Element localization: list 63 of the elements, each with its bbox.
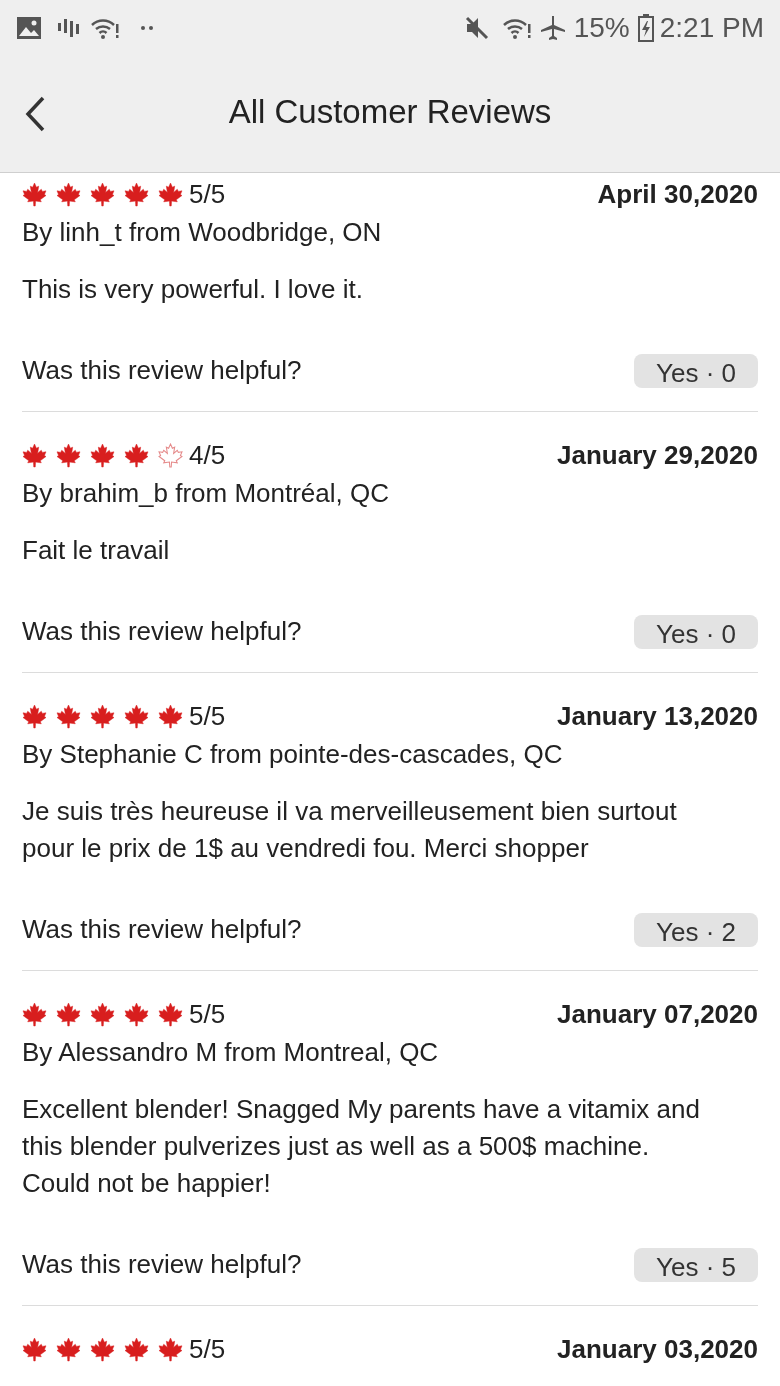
maple-leaf-icon (56, 703, 81, 729)
maple-leaf-icon (158, 1336, 183, 1362)
review-date: January 29,2020 (557, 438, 758, 472)
rating-score: 5/5 (189, 699, 226, 733)
maple-leaf-outline-icon (158, 442, 183, 468)
review-date: January 03,2020 (557, 1332, 758, 1366)
review-author: By Stephanie C from pointe-des-cascades, QC (22, 738, 564, 771)
vibrate-icon (56, 16, 80, 40)
wifi-icon (501, 16, 532, 40)
maple-leaf-icon (90, 1001, 115, 1027)
screen-title: All Customer Reviews (228, 92, 552, 133)
yes-vote-button[interactable]: Yes · 2 (634, 912, 758, 947)
maple-leaf-icon (56, 442, 81, 468)
helpful-question: Was this review helpful? (22, 615, 302, 648)
maple-leaf-icon (90, 442, 115, 468)
maple-leaf-icon (158, 1001, 183, 1027)
maple-leaf-icon (124, 1336, 149, 1362)
review-text: Excellent blender! Snagged My parents have a vitamix and this blender pulverizes just as well as a 500$ machine. Could not be happier! (22, 1093, 701, 1200)
helpful-question: Was this review helpful? (22, 1248, 302, 1281)
airplane-icon (539, 15, 566, 41)
review-text: Fait le travail (22, 534, 171, 567)
battery-percentage: 15% (573, 11, 630, 45)
mute-icon (463, 15, 490, 41)
helpful-question: Was this review helpful? (22, 354, 302, 387)
maple-leaf-icon (124, 442, 149, 468)
maple-leaf-icon (158, 703, 183, 729)
maple-leaf-icon (22, 1001, 47, 1027)
wifi-icon (90, 16, 120, 40)
yes-vote-button[interactable]: Yes · 0 (634, 353, 758, 388)
review-author: By brahim_b from Montréal, QC (22, 477, 390, 510)
review-date: April 30,2020 (597, 177, 758, 211)
rating-score: 5/5 (189, 177, 226, 211)
maple-leaf-icon (124, 181, 149, 207)
maple-leaf-icon (56, 1001, 81, 1027)
review-author: By linh_t from Woodbridge, ON (22, 216, 383, 249)
yes-vote-button[interactable]: Yes · 5 (634, 1247, 758, 1282)
maple-leaf-icon (124, 1001, 149, 1027)
maple-leaf-icon (22, 442, 47, 468)
more-icon (140, 25, 154, 31)
maple-leaf-icon (90, 181, 115, 207)
maple-leaf-icon (22, 703, 47, 729)
maple-leaf-icon (90, 1336, 115, 1362)
review-date: January 07,2020 (557, 997, 758, 1031)
maple-leaf-icon (124, 703, 149, 729)
review-date: January 13,2020 (557, 699, 758, 733)
rating-score: 5/5 (189, 997, 226, 1031)
review-text: Je suis très heureuse il va merveilleusement bien surtout pour le prix de 1$ au vendredi fou. Merci shopper (22, 795, 678, 865)
maple-leaf-icon (22, 181, 47, 207)
maple-leaf-icon (56, 181, 81, 207)
maple-leaf-icon (158, 181, 183, 207)
review-text: This is very powerful. I love it. (22, 273, 364, 306)
maple-leaf-icon (22, 1336, 47, 1362)
maple-leaf-icon (56, 1336, 81, 1362)
maple-leaf-icon (90, 703, 115, 729)
back-icon (24, 96, 46, 132)
yes-vote-button[interactable]: Yes · 0 (634, 614, 758, 649)
image-icon (16, 16, 42, 40)
battery-icon (637, 14, 654, 42)
helpful-question: Was this review helpful? (22, 913, 302, 946)
clock-time: 2:21 PM (659, 11, 764, 45)
rating-score: 4/5 (189, 438, 226, 472)
rating-score: 5/5 (189, 1332, 226, 1366)
review-author: By Alessandro M from Montreal, QC (22, 1036, 440, 1069)
